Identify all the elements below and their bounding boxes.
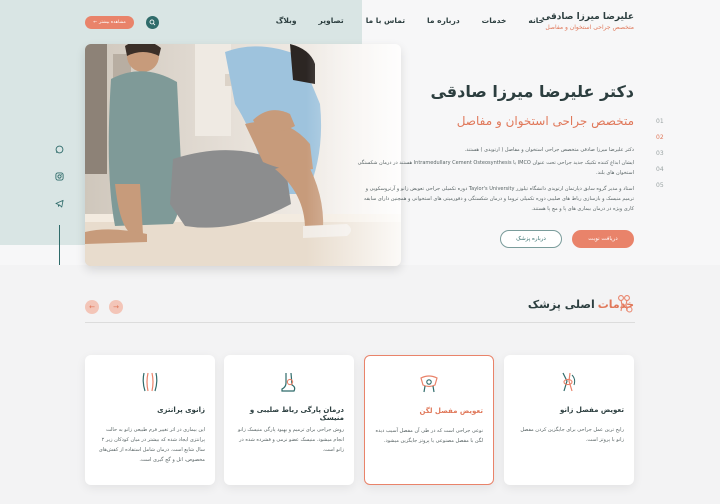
hero-title: دکتر علیرضا میرزا صادقی: [430, 82, 634, 101]
ligament-icon: [281, 372, 296, 392]
book-appointment-button[interactable]: دریافت نوبت: [572, 230, 634, 248]
hip-icon: [420, 375, 438, 393]
service-card-knee-replacement[interactable]: تعویض مفصل زانو رایج ترین عمل جراحی برای…: [504, 355, 634, 485]
card-text: روش جراحی برای ترمیم و بهبود پارگی منیسک…: [238, 427, 344, 453]
card-text: نوعی جراحی است که در طی آن مفصل آسیب دید…: [375, 428, 483, 444]
card-text: رایج ترین عمل جراحی برای جایگزین کردن مف…: [520, 427, 624, 443]
hero-paragraph-2: ایشان ابداع کننده تکنیک جدید جراحی تحت ع…: [357, 160, 634, 176]
card-title: تعویض مفصل لگن: [419, 407, 483, 415]
services-title-rest: اصلی پزشک: [527, 298, 595, 311]
search-icon: [149, 19, 156, 26]
nav-item-blog[interactable]: وبلاگ: [276, 16, 297, 25]
instagram-icon[interactable]: [55, 172, 64, 181]
section-divider: [85, 322, 635, 323]
whatsapp-icon[interactable]: [55, 145, 64, 154]
slide-indicator: 01 02 03 04 05: [656, 118, 664, 189]
card-title: تعویض مفصل زانو: [560, 406, 624, 414]
consult-button[interactable]: ← مشاهده بیشتر: [85, 16, 134, 29]
brand-name: علیرضا میرزا صادقی: [541, 12, 634, 22]
nav-item-services[interactable]: خدمات: [482, 16, 507, 25]
consult-label: مشاهده بیشتر: [98, 20, 126, 25]
telegram-icon[interactable]: [55, 199, 64, 208]
knee-icon: [562, 372, 576, 392]
hero-image: [85, 44, 401, 266]
card-title: زانوی پرانتزی: [157, 406, 205, 414]
card-text: این بیماری در اثر تغییر فرم طبیعی زانو ب…: [98, 427, 205, 463]
social-links: [55, 145, 64, 208]
hero-subtitle: متخصص جراحی استخوان و مفاصل: [456, 114, 634, 128]
hero-paragraph-1: دکتر علیرضا میرزا صادقی متخصص جراحی استخ…: [464, 147, 634, 153]
bone-joint-icon: [618, 295, 633, 313]
slide-number[interactable]: 05: [656, 182, 664, 189]
brand-subtitle: متخصص جراحی استخوان و مفاصل: [545, 24, 634, 31]
bowleg-icon: [142, 372, 158, 392]
prev-arrow-button[interactable]: ←: [85, 300, 99, 314]
service-card-ligament-repair[interactable]: درمان پارگی رباط صلیبی و منیسک روش جراحی…: [224, 355, 354, 485]
service-card-hip-replacement[interactable]: تعویض مفصل لگن نوعی جراحی است که در طی آ…: [364, 355, 494, 485]
hero-paragraph-3: استاد و مدیر گروه سابق دپارتمان ارتوپدی …: [363, 186, 634, 212]
next-arrow-button[interactable]: →: [109, 300, 123, 314]
site-header: علیرضا میرزا صادقی متخصص جراحی استخوان و…: [0, 0, 720, 44]
arrow-left-icon: ←: [93, 20, 97, 25]
nav-item-home[interactable]: خانه: [528, 16, 544, 25]
divider-line: [59, 225, 60, 265]
about-doctor-button[interactable]: درباره پزشک: [500, 230, 562, 248]
slide-number-active[interactable]: 02: [656, 134, 664, 141]
nav-item-contact[interactable]: تماس با ما: [366, 16, 405, 25]
service-card-bow-legs[interactable]: زانوی پرانتزی این بیماری در اثر تغییر فر…: [85, 355, 215, 485]
main-nav: خانه خدمات درباره ما تماس با ما تصاویر و…: [276, 16, 544, 25]
card-title: درمان پارگی رباط صلیبی و منیسک: [249, 406, 344, 422]
slide-number[interactable]: 01: [656, 118, 664, 125]
slide-number[interactable]: 04: [656, 166, 664, 173]
brand[interactable]: علیرضا میرزا صادقی متخصص جراحی استخوان و…: [542, 12, 634, 31]
search-button[interactable]: [146, 16, 159, 29]
nav-item-about[interactable]: درباره ما: [427, 16, 460, 25]
nav-item-gallery[interactable]: تصاویر: [319, 16, 344, 25]
slide-number[interactable]: 03: [656, 150, 664, 157]
